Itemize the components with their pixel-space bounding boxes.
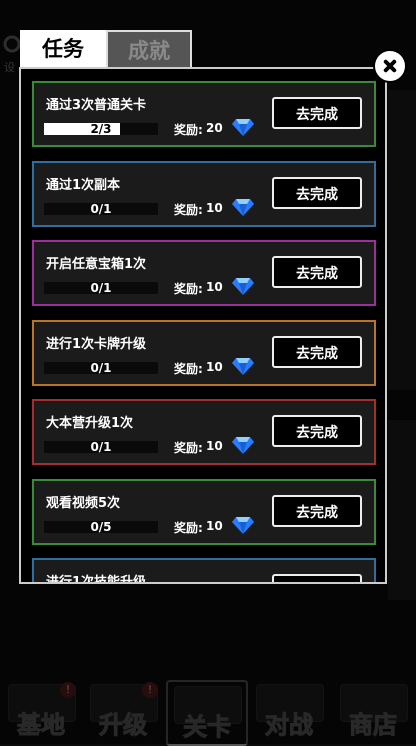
quest-title: 观看视频5次	[46, 495, 121, 511]
diamond-icon	[231, 197, 255, 217]
reward-value: 10	[206, 280, 223, 294]
diamond-icon	[231, 515, 255, 535]
reward-label: 奖励:	[174, 282, 203, 296]
go-complete-button[interactable]: 去完成	[272, 335, 362, 368]
go-complete-button[interactable]: 去完成	[272, 415, 362, 447]
go-complete-button[interactable]: 去完成	[272, 574, 362, 582]
progress-text: 2/3	[90, 122, 112, 136]
quest-card: 通过3次普通关卡 2/3 奖励: 20 去完成	[32, 81, 376, 147]
quest-title: 通过1次副本	[46, 177, 121, 193]
quest-panel: 通过3次普通关卡 2/3 奖励: 20 去完成 通过1次副本 0/1 奖励: 10 去完成 开启任意…	[19, 67, 387, 584]
reward-label: 奖励:	[174, 361, 203, 376]
go-complete-button[interactable]: 去完成	[272, 97, 362, 129]
reward-label: 奖励:	[174, 441, 203, 455]
quest-card: 进行1次技能升级奖励:去完成	[32, 558, 376, 584]
progress-text: 0/5	[90, 519, 112, 534]
diamond-icon	[231, 356, 255, 376]
progress-text: 0/1	[90, 440, 112, 454]
quest-title: 通过3次普通关卡	[46, 98, 147, 113]
quest-title: 大本营升级1次	[46, 416, 134, 431]
progress-text: 0/1	[90, 281, 112, 295]
reward-label: 奖励:	[174, 202, 203, 217]
progress-text: 0/1	[90, 201, 112, 216]
quest-card: 通过1次副本 0/1 奖励: 10 去完成	[32, 160, 376, 227]
quest-card: 进行1次卡牌升级 0/1 奖励: 10 去完成	[32, 319, 376, 386]
diamond-icon	[231, 117, 255, 137]
diamond-icon	[231, 276, 255, 296]
reward-label: 奖励:	[174, 520, 203, 535]
progress-text: 0/1	[90, 360, 112, 375]
reward-value: 10	[206, 200, 223, 215]
quest-card: 观看视频5次 0/5 奖励: 10 去完成	[32, 478, 376, 545]
reward-value: 10	[206, 439, 223, 453]
reward-value: 10	[206, 359, 223, 374]
reward-value: 20	[206, 121, 223, 135]
reward-value: 10	[206, 518, 223, 533]
tab-achievements[interactable]: 成就	[106, 30, 192, 68]
go-complete-button[interactable]: 去完成	[272, 176, 362, 209]
go-complete-button[interactable]: 去完成	[272, 494, 362, 527]
quest-card: 大本营升级1次 0/1 奖励: 10 去完成	[32, 399, 376, 465]
reward-label: 奖励:	[174, 123, 203, 137]
quest-card: 开启任意宝箱1次 0/1 奖励: 10 去完成	[32, 240, 376, 306]
diamond-icon	[231, 435, 255, 455]
quest-title: 开启任意宝箱1次	[46, 257, 147, 272]
tab-tasks[interactable]: 任务	[20, 30, 106, 68]
quest-title: 进行1次技能升级	[46, 575, 147, 584]
quest-title: 进行1次卡牌升级	[46, 336, 147, 352]
go-complete-button[interactable]: 去完成	[272, 256, 362, 288]
close-icon[interactable]	[373, 49, 407, 83]
